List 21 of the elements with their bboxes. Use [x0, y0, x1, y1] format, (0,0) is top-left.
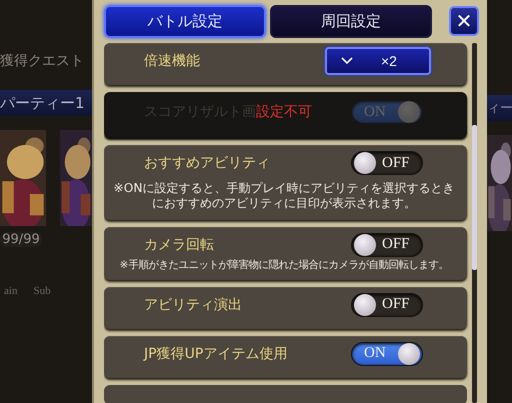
tab[interactable]: バトル設定: [104, 4, 266, 38]
toggle-switch[interactable]: OFF: [351, 292, 423, 316]
setting-label: カメラ回転: [144, 236, 214, 254]
speed-dropdown[interactable]: ×2: [325, 47, 431, 75]
unit-level: 99/99: [0, 232, 42, 247]
close-button[interactable]: ✕: [449, 6, 479, 36]
setting-note: ※手順がきたユニットが障害物に隠れた場合にカメラが自動回転します。: [118, 258, 450, 272]
setting-label: JP獲得UPアイテム使用: [144, 344, 288, 362]
setting-label: 倍速機能: [144, 52, 200, 70]
setting-note: ※ONに設定すると、手動プレイ時にアビリティを選択するときにおすすめのアビリティに目印が表示されます。: [112, 181, 456, 212]
party-label: ィー: [487, 95, 512, 121]
toggle-switch[interactable]: OFF: [351, 232, 423, 256]
setting-label: おすすめアビリティ: [144, 154, 270, 172]
toggle-switch[interactable]: OFF: [351, 151, 423, 175]
slot-label: ain: [4, 285, 18, 297]
setting-label: アビリティ演出: [144, 296, 242, 314]
toggle-switch[interactable]: ON: [351, 342, 423, 366]
party-label: パーティー1: [0, 90, 92, 116]
slot-label: Sub: [33, 285, 51, 297]
quest-title: 獲得クエスト: [0, 52, 85, 70]
tab[interactable]: 周回設定: [270, 4, 432, 38]
